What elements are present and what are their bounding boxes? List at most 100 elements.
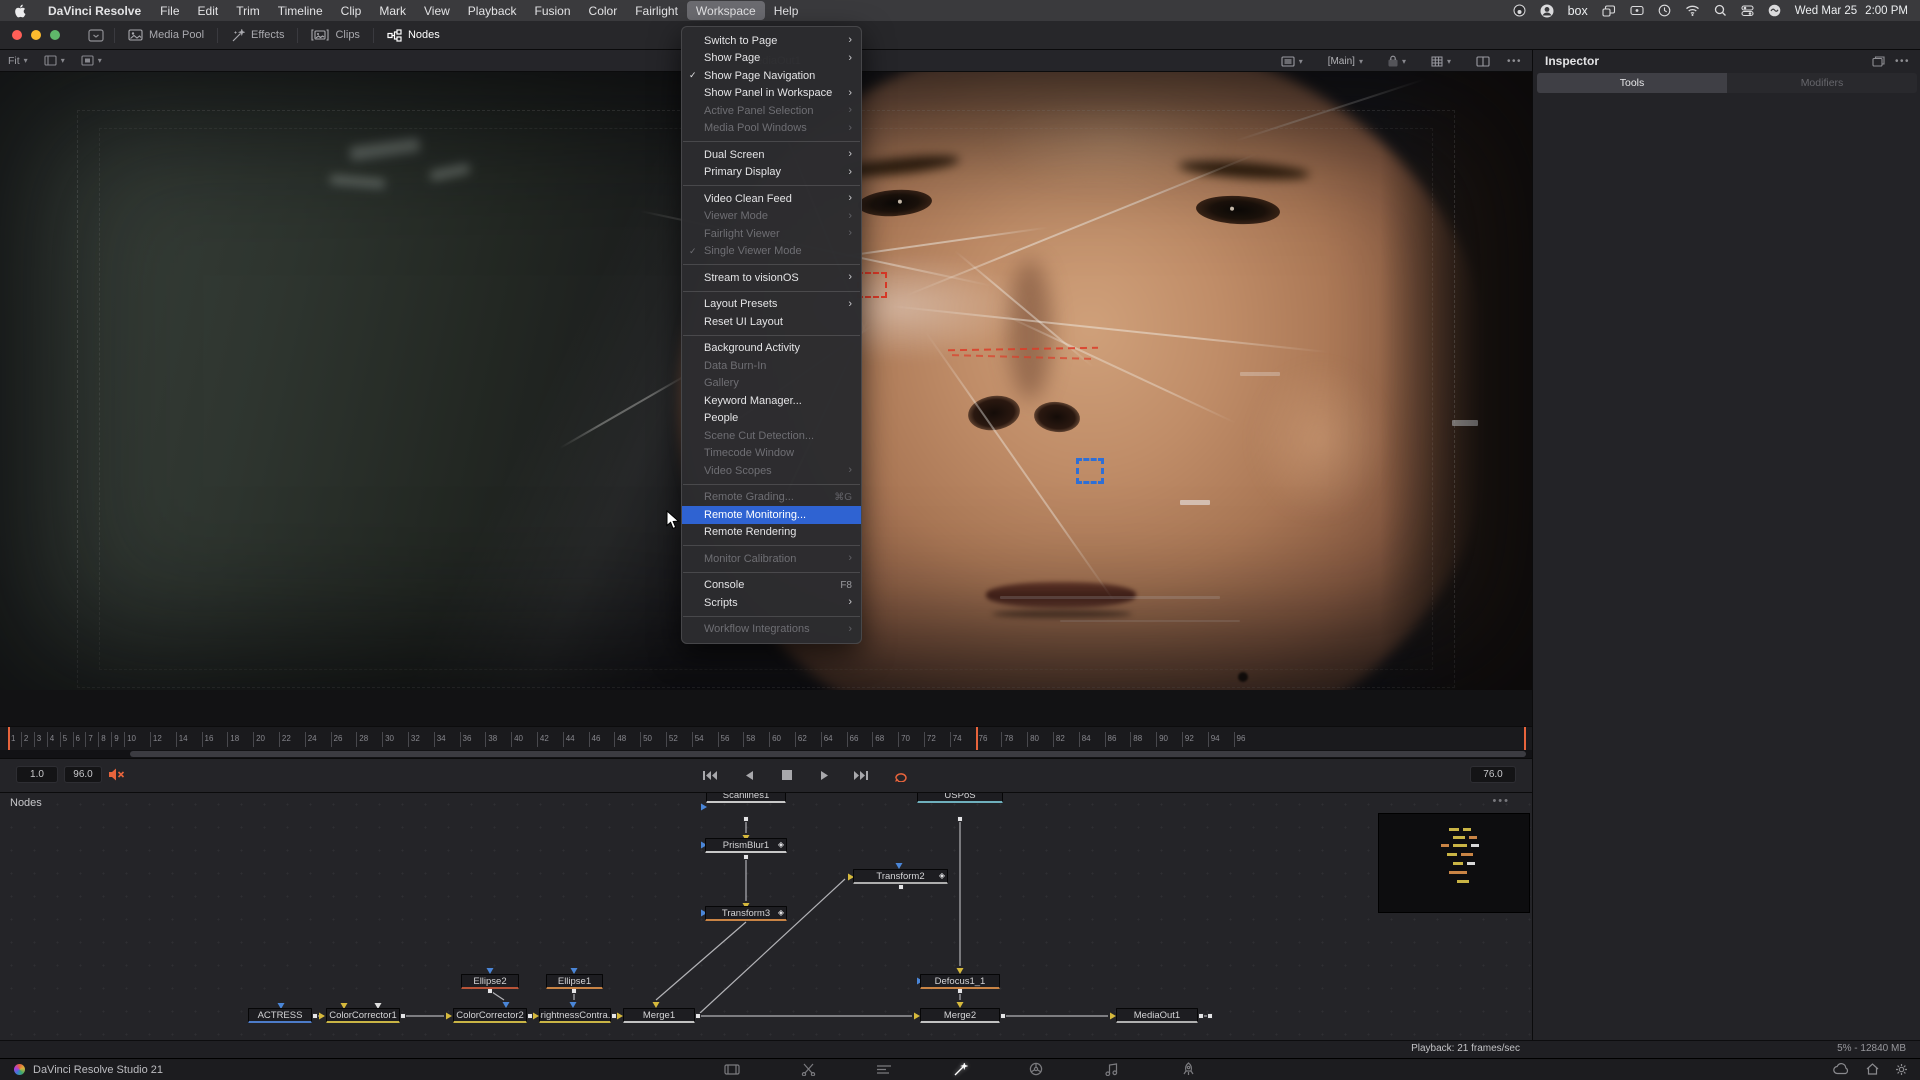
- menu-item-show-page[interactable]: Show Page›: [682, 50, 861, 68]
- user-avatar-icon[interactable]: [1540, 4, 1554, 18]
- menubar-item-fusion[interactable]: Fusion: [526, 0, 580, 21]
- toolbar-button-nodes[interactable]: Nodes: [374, 21, 453, 50]
- goto-start-button[interactable]: [696, 766, 722, 784]
- menu-item-video-clean-feed[interactable]: Video Clean Feed›: [682, 190, 861, 208]
- play-reverse-button[interactable]: [736, 766, 762, 784]
- menu-item-show-panel-in-workspace[interactable]: Show Panel in Workspace›: [682, 85, 861, 103]
- node-ellipse1[interactable]: Ellipse1: [546, 974, 603, 989]
- zoom-window-button[interactable]: [50, 30, 60, 40]
- nodes-panel-options-icon[interactable]: •••: [1492, 795, 1510, 807]
- page-button-cut[interactable]: [795, 1058, 821, 1080]
- node-prismblur1[interactable]: PrismBlur1◈: [705, 838, 787, 853]
- menubar-time[interactable]: 2:00 PM: [1865, 5, 1908, 17]
- node-thumbnail-toggle-icon[interactable]: ◈: [778, 841, 784, 849]
- menu-item-people[interactable]: People: [682, 410, 861, 428]
- menu-item-remote-rendering[interactable]: Remote Rendering: [682, 524, 861, 542]
- page-button-deliver[interactable]: [1175, 1058, 1201, 1080]
- menu-item-dual-screen[interactable]: Dual Screen›: [682, 146, 861, 164]
- menubar-item-clip[interactable]: Clip: [332, 0, 371, 21]
- page-button-fairlight[interactable]: [1099, 1058, 1125, 1080]
- menu-item-layout-presets[interactable]: Layout Presets›: [682, 296, 861, 314]
- timeline-scrollbar-handle[interactable]: [130, 751, 1526, 757]
- node-thumbnail-toggle-icon[interactable]: ◈: [939, 872, 945, 880]
- menubar-item-trim[interactable]: Trim: [227, 0, 269, 21]
- timeline-ruler[interactable]: 1234567891012141618202224262830323436384…: [0, 726, 1532, 750]
- viewer-lock-select[interactable]: ▾: [1380, 55, 1414, 67]
- mute-audio-button[interactable]: [108, 767, 125, 782]
- menubar-item-color[interactable]: Color: [580, 0, 627, 21]
- node-colorcorrector1[interactable]: ColorCorrector1: [326, 1008, 400, 1023]
- screen-mirroring-icon[interactable]: [1602, 5, 1616, 17]
- node-graph-minimap[interactable]: [1378, 813, 1530, 913]
- menu-item-show-page-navigation[interactable]: ✓Show Page Navigation: [682, 67, 861, 85]
- viewer-split-select[interactable]: ▾: [36, 55, 73, 66]
- menu-item-remote-monitoring[interactable]: Remote Monitoring...: [682, 506, 861, 524]
- menubar-item-help[interactable]: Help: [765, 0, 808, 21]
- settings-gear-icon[interactable]: [1895, 1063, 1908, 1076]
- play-button[interactable]: [812, 766, 838, 784]
- control-center-icon[interactable]: [1741, 4, 1754, 17]
- window-toggle-icon[interactable]: [78, 21, 114, 50]
- loop-button[interactable]: [888, 766, 914, 784]
- viewer-dual-icon[interactable]: [1468, 56, 1498, 67]
- node-ellipse2[interactable]: Ellipse2: [461, 974, 519, 989]
- range-in-field[interactable]: 1.0: [16, 766, 58, 783]
- menu-item-switch-to-page[interactable]: Switch to Page›: [682, 32, 861, 50]
- menubar-item-timeline[interactable]: Timeline: [269, 0, 332, 21]
- range-out-field[interactable]: 96.0: [64, 766, 102, 783]
- node-brightnesscontra[interactable]: BrightnessContra...: [539, 1008, 611, 1023]
- node-transform2[interactable]: Transform2◈: [853, 869, 948, 884]
- close-window-button[interactable]: [12, 30, 22, 40]
- viewer-lut-select[interactable]: ▾: [1273, 56, 1311, 67]
- node-colorcorrector2[interactable]: ColorCorrector2: [453, 1008, 527, 1023]
- node-defocus1-1[interactable]: Defocus1_1: [920, 974, 1000, 989]
- menubar-item-mark[interactable]: Mark: [370, 0, 415, 21]
- tab-tools[interactable]: Tools: [1537, 73, 1727, 93]
- node-scanlines1[interactable]: Scanlines1: [706, 792, 786, 803]
- timeline-scrollbar[interactable]: [0, 750, 1532, 758]
- node-editor-panel[interactable]: Scanlines1 USPoS PrismBlur1◈ Transform2◈ Tra…: [0, 792, 1532, 1040]
- menubar-item-playback[interactable]: Playback: [459, 0, 526, 21]
- toolbar-button-effects[interactable]: Effects: [218, 21, 297, 50]
- cloud-icon[interactable]: [1833, 1063, 1850, 1075]
- inspector-float-icon[interactable]: [1872, 56, 1885, 67]
- menubar-app-name[interactable]: DaVinci Resolve: [38, 0, 151, 21]
- menubar-item-edit[interactable]: Edit: [189, 0, 228, 21]
- menu-item-background-activity[interactable]: Background Activity: [682, 340, 861, 358]
- tab-modifiers[interactable]: Modifiers: [1727, 73, 1917, 93]
- minimize-window-button[interactable]: [31, 30, 41, 40]
- apple-menu-icon[interactable]: [0, 4, 38, 18]
- page-button-media[interactable]: [719, 1058, 745, 1080]
- menubar-item-file[interactable]: File: [151, 0, 188, 21]
- playhead[interactable]: [976, 727, 978, 750]
- menu-item-reset-ui-layout[interactable]: Reset UI Layout: [682, 313, 861, 331]
- viewer-channel-select[interactable]: ▾: [73, 55, 110, 66]
- page-button-edit[interactable]: [871, 1058, 897, 1080]
- menubar-item-fairlight[interactable]: Fairlight: [626, 0, 687, 21]
- node-uspos[interactable]: USPoS: [917, 792, 1003, 803]
- siri-icon[interactable]: [1768, 4, 1781, 17]
- current-frame-field[interactable]: 76.0: [1470, 766, 1516, 783]
- page-button-fusion[interactable]: [947, 1058, 973, 1080]
- node-actress[interactable]: ACTRESS: [248, 1008, 312, 1023]
- node-mediaout1[interactable]: MediaOut1: [1116, 1008, 1198, 1023]
- toolbar-button-media-pool[interactable]: Media Pool: [115, 21, 217, 50]
- render-range-start[interactable]: [8, 727, 10, 750]
- status-dot-icon[interactable]: [1513, 4, 1526, 17]
- node-thumbnail-toggle-icon[interactable]: ◈: [778, 909, 784, 917]
- node-merge2[interactable]: Merge2: [920, 1008, 1000, 1023]
- node-transform3[interactable]: Transform3◈: [705, 906, 787, 921]
- menubar-item-view[interactable]: View: [415, 0, 459, 21]
- menu-item-scripts[interactable]: Scripts›: [682, 594, 861, 612]
- render-range-end[interactable]: [1524, 727, 1526, 750]
- keyboard-brightness-icon[interactable]: [1630, 5, 1644, 16]
- viewer-buffer-select[interactable]: [Main]▾: [1320, 56, 1371, 67]
- goto-end-button[interactable]: [848, 766, 874, 784]
- spotlight-search-icon[interactable]: [1714, 4, 1727, 17]
- toolbar-button-clips[interactable]: Clips: [298, 21, 372, 50]
- menu-item-stream-to-visionos[interactable]: Stream to visionOS›: [682, 269, 861, 287]
- clock-status-icon[interactable]: [1658, 4, 1671, 17]
- stop-button[interactable]: [774, 766, 800, 784]
- viewer-grid-select[interactable]: ▾: [1423, 56, 1459, 67]
- menu-item-primary-display[interactable]: Primary Display›: [682, 164, 861, 182]
